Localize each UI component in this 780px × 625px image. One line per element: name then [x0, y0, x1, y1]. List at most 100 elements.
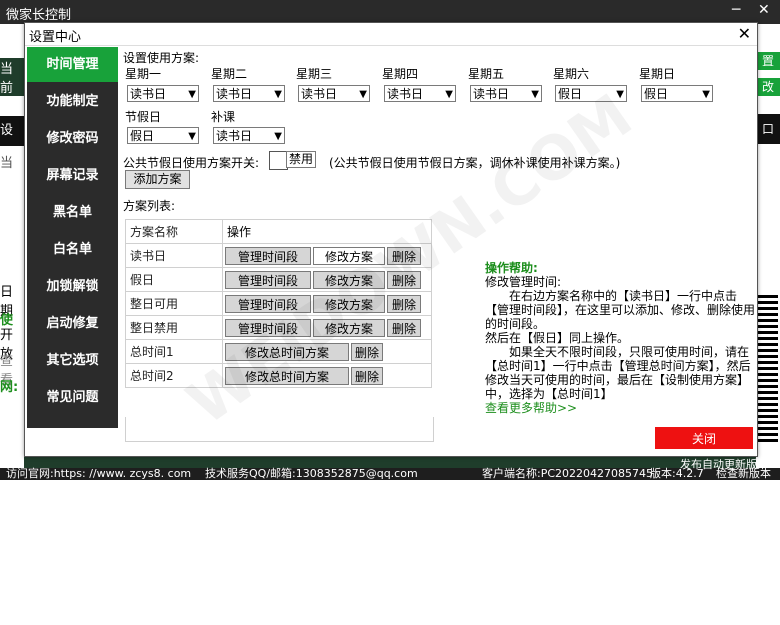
delete-plan-button[interactable]: 删除: [387, 246, 421, 265]
day-label-fri: 星期五: [468, 67, 505, 81]
plan-table-empty-row: [125, 417, 434, 442]
delete-plan-button[interactable]: 删除: [387, 318, 421, 337]
help-title: 操作帮助:: [485, 261, 538, 275]
chevron-down-icon: ▼: [188, 89, 196, 100]
delete-plan-button[interactable]: 删除: [351, 342, 383, 361]
bg-label-settings: 设: [0, 116, 24, 146]
chevron-down-icon: ▼: [188, 131, 196, 142]
plan-name: 整日可用: [125, 291, 223, 316]
add-plan-button[interactable]: 添加方案: [125, 170, 190, 189]
dialog-close-icon[interactable]: ✕: [738, 24, 751, 43]
day-select-sat[interactable]: 假日 ▼: [555, 85, 627, 102]
manage-timeslot-button[interactable]: 管理时间段: [225, 294, 311, 313]
holiday-select[interactable]: 假日 ▼: [127, 127, 199, 144]
settings-dialog: 设置中心 ✕ 时间管理 功能制定 修改密码 屏幕记录 黑名单 白名单 加锁解锁 …: [24, 22, 758, 457]
edit-plan-button[interactable]: 修改方案: [313, 318, 385, 337]
plan-name: 总时间1: [125, 339, 223, 364]
bg-right-label-2: 置: [756, 52, 780, 70]
delete-plan-button[interactable]: 删除: [387, 270, 421, 289]
col-header-ops: 操作: [222, 219, 432, 244]
table-row: 读书日 管理时间段 修改方案 删除: [125, 243, 432, 268]
status-support: 技术服务QQ/邮箱:1308352875@qq.com: [205, 467, 418, 480]
sidebar-item-function-rules[interactable]: 功能制定: [27, 84, 118, 119]
holiday-switch-note: (公共节假日使用节假日方案，调休补课使用补课方案。): [329, 156, 621, 170]
plan-name: 整日禁用: [125, 315, 223, 340]
main-window-right-edge: a11 置 改 口: [756, 24, 780, 468]
makeup-select[interactable]: 读书日 ▼: [213, 127, 285, 144]
dialog-title: 设置中心: [29, 30, 82, 45]
table-row: 总时间2 修改总时间方案 删除: [125, 363, 432, 388]
chevron-down-icon: ▼: [274, 89, 282, 100]
chevron-down-icon: ▼: [359, 89, 367, 100]
dialog-titlebar: 设置中心 ✕: [25, 23, 757, 46]
main-window-left-edge: 当前 设 当 日期 使 开放 查看 网:: [0, 24, 24, 468]
day-label-mon: 星期一: [125, 67, 162, 81]
main-status-bar: 访问官网:https: //www. zcys8. com 技术服务QQ/邮箱:…: [0, 468, 780, 480]
minimize-icon[interactable]: ─: [732, 2, 740, 18]
manage-timeslot-button[interactable]: 管理时间段: [225, 270, 311, 289]
day-select-mon[interactable]: 读书日 ▼: [127, 85, 199, 102]
day-label-tue: 星期二: [211, 67, 248, 81]
sidebar-item-change-password[interactable]: 修改密码: [27, 121, 118, 156]
col-header-name: 方案名称: [125, 219, 223, 244]
edit-total-time-button[interactable]: 修改总时间方案: [225, 342, 349, 361]
bg-right-label-1: a11: [758, 32, 778, 43]
day-select-wed[interactable]: 读书日 ▼: [298, 85, 370, 102]
delete-plan-button[interactable]: 删除: [387, 294, 421, 313]
table-row: 整日可用 管理时间段 修改方案 删除: [125, 291, 432, 316]
sidebar-item-other-options[interactable]: 其它选项: [27, 343, 118, 378]
help-panel: 操作帮助: 修改管理时间: 在右边方案名称中的【读书日】一行中点击【管理时间段】…: [485, 261, 755, 415]
holiday-disable-label[interactable]: 禁用: [286, 151, 316, 168]
chevron-down-icon: ▼: [274, 131, 282, 142]
sidebar-item-whitelist[interactable]: 白名单: [27, 232, 118, 267]
plan-name: 假日: [125, 267, 223, 292]
day-select-thu[interactable]: 读书日 ▼: [384, 85, 456, 102]
help-line: 在右边方案名称中的【读书日】一行中点击【管理时间段】，在这里可以添加、修改、删除…: [485, 289, 756, 331]
day-select-tue[interactable]: 读书日 ▼: [213, 85, 285, 102]
bg-right-label-3: 改: [756, 78, 780, 96]
makeup-label: 补课: [211, 110, 236, 124]
plan-table-header: 方案名称 操作: [125, 219, 432, 244]
settings-sidebar: 时间管理 功能制定 修改密码 屏幕记录 黑名单 白名单 加锁解锁 启动修复 其它…: [27, 47, 118, 428]
manage-timeslot-button[interactable]: 管理时间段: [225, 246, 311, 265]
sidebar-item-blacklist[interactable]: 黑名单: [27, 195, 118, 230]
help-line: 修改管理时间:: [485, 275, 562, 289]
plan-name: 总时间2: [125, 363, 223, 388]
edit-total-time-button[interactable]: 修改总时间方案: [225, 366, 349, 385]
plan-list-heading: 方案列表:: [123, 199, 176, 213]
day-label-sun: 星期日: [639, 67, 676, 81]
delete-plan-button[interactable]: 删除: [351, 366, 383, 385]
day-label-sat: 星期六: [553, 67, 590, 81]
sidebar-item-time-management[interactable]: 时间管理: [27, 47, 118, 82]
close-button[interactable]: 关闭: [655, 427, 753, 449]
more-help-link[interactable]: 查看更多帮助>>: [485, 401, 755, 415]
table-row: 假日 管理时间段 修改方案 删除: [125, 267, 432, 292]
help-line: 然后在【假日】同上操作。: [485, 331, 630, 345]
sidebar-item-lock-unlock[interactable]: 加锁解锁: [27, 269, 118, 304]
qr-code-icon: [758, 292, 778, 442]
main-close-icon[interactable]: ✕: [758, 2, 770, 18]
main-window-titlebar: 微家长控制 ─ ✕: [0, 0, 780, 24]
day-select-sun[interactable]: 假日 ▼: [641, 85, 713, 102]
day-select-fri[interactable]: 读书日 ▼: [470, 85, 542, 102]
chevron-down-icon: ▼: [445, 89, 453, 100]
chevron-down-icon: ▼: [616, 89, 624, 100]
sidebar-item-faq[interactable]: 常见问题: [27, 380, 118, 415]
status-client: 客户端名称:PC20220427085745: [482, 467, 653, 480]
status-website[interactable]: 访问官网:https: //www. zcys8. com: [6, 468, 191, 480]
auto-update-label[interactable]: 发布自动更新版本: [680, 456, 768, 472]
chevron-down-icon: ▼: [531, 89, 539, 100]
holiday-switch-label: 公共节假日使用方案开关:: [123, 156, 260, 170]
main-window-title: 微家长控制: [6, 8, 72, 23]
edit-plan-button[interactable]: 修改方案: [313, 246, 385, 265]
edit-plan-button[interactable]: 修改方案: [313, 270, 385, 289]
day-label-thu: 星期四: [382, 67, 419, 81]
schedule-heading: 设置使用方案:: [123, 51, 200, 65]
edit-plan-button[interactable]: 修改方案: [313, 294, 385, 313]
time-management-panel: 设置使用方案: 星期一 星期二 星期三 星期四 星期五 星期六 星期日 读书日 ▼…: [121, 47, 757, 447]
manage-timeslot-button[interactable]: 管理时间段: [225, 318, 311, 337]
sidebar-item-screen-record[interactable]: 屏幕记录: [27, 158, 118, 193]
sidebar-item-startup-repair[interactable]: 启动修复: [27, 306, 118, 341]
holiday-label: 节假日: [125, 110, 162, 124]
plan-name: 读书日: [125, 243, 223, 268]
